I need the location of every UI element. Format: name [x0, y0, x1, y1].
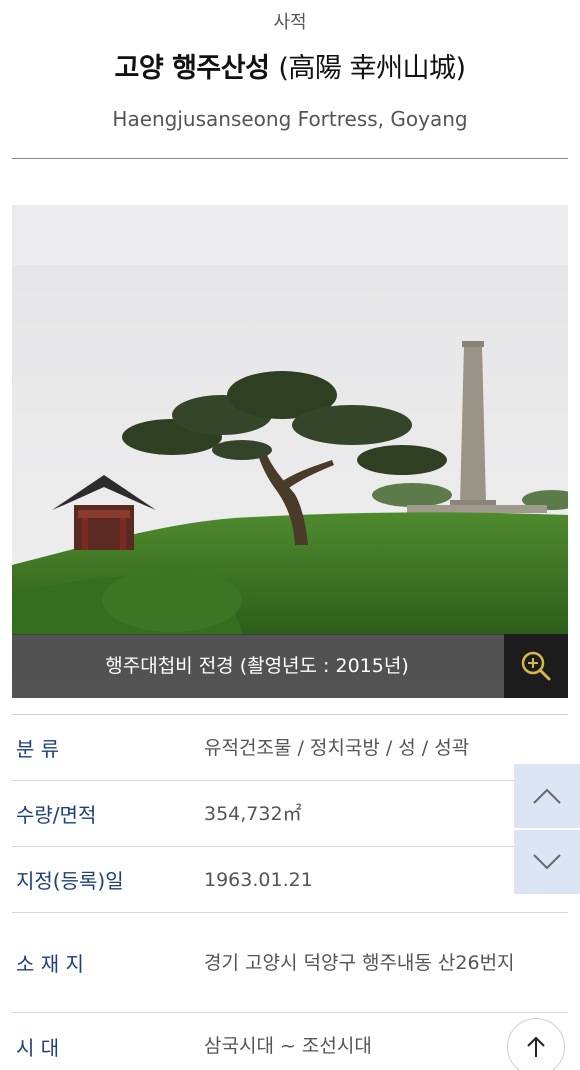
info-row-era: 시 대 삼국시대 ~ 조선시대 [12, 1013, 568, 1070]
chevron-up-icon [533, 788, 561, 804]
info-label: 시 대 [16, 1035, 60, 1060]
info-label: 소 재 지 [16, 952, 84, 976]
heritage-photo[interactable]: 행주대첩비 전경 (촬영년도 : 2015년) [12, 205, 568, 698]
info-label: 분 류 [16, 737, 60, 761]
info-value: 경기 고양시 덕양구 행주내동 산26번지 [204, 951, 515, 974]
title-english: Haengjusanseong Fortress, Goyang [112, 107, 468, 131]
scroll-up-button[interactable] [514, 764, 580, 828]
info-row-area: 수량/면적 354,732㎡ [12, 781, 568, 847]
title-korean: 고양 행주산성 [114, 53, 270, 84]
photo-image [12, 205, 568, 698]
scroll-down-button[interactable] [514, 830, 580, 894]
photo-caption-bar: 행주대첩비 전경 (촬영년도 : 2015년) [12, 634, 568, 698]
info-table: 분 류 유적건조물 / 정치국방 / 성 / 성곽 수량/면적 354,732㎡… [12, 714, 568, 1070]
info-row-classification: 분 류 유적건조물 / 정치국방 / 성 / 성곽 [12, 715, 568, 781]
zoom-in-icon [521, 651, 551, 681]
header-divider [12, 158, 568, 159]
info-row-designation-date: 지정(등록)일 1963.01.21 [12, 847, 568, 913]
photo-caption: 행주대첩비 전경 (촬영년도 : 2015년) [105, 655, 409, 677]
info-label: 지정(등록)일 [16, 869, 124, 893]
chevron-down-icon [533, 854, 561, 870]
info-row-location: 소 재 지 경기 고양시 덕양구 행주내동 산26번지 [12, 913, 568, 1013]
zoom-button[interactable] [504, 634, 568, 698]
info-value: 유적건조물 / 정치국방 / 성 / 성곽 [204, 736, 470, 759]
arrow-up-icon [527, 1036, 545, 1057]
info-label: 수량/면적 [16, 803, 97, 827]
category-label: 사적 [273, 12, 307, 33]
title-hanja: (高陽 幸州山城) [278, 53, 466, 84]
page-title: 고양 행주산성 (高陽 幸州山城) [0, 46, 580, 85]
back-to-top-button[interactable] [507, 1018, 565, 1070]
